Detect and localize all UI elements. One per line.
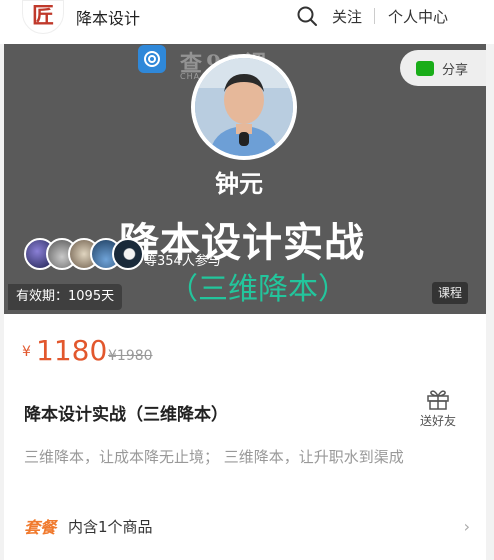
speaker-avatar	[191, 54, 297, 160]
currency-symbol: ¥	[22, 344, 31, 360]
share-button[interactable]: 分享	[400, 50, 486, 86]
package-text: 内含1个商品	[68, 517, 153, 536]
wechat-icon	[416, 60, 434, 76]
product-description: 三维降本，让成本降无止境； 三维降本，让升职水到渠成	[24, 448, 404, 466]
participant-avatars	[24, 238, 144, 270]
profile-link[interactable]: 个人中心	[388, 6, 448, 27]
site-name[interactable]: 降本设计	[76, 5, 140, 29]
participant-avatar	[112, 238, 144, 270]
chevron-right-icon: ›	[463, 516, 470, 536]
watermark-logo-icon	[138, 45, 166, 73]
send-to-friend-button[interactable]: 送好友	[416, 388, 460, 429]
gift-icon	[427, 390, 449, 410]
product-title: 降本设计实战（三维降本）	[24, 405, 228, 425]
share-label: 分享	[442, 62, 469, 78]
banner-course-subtitle: （三维降本）	[168, 272, 348, 307]
package-badge: 套餐	[24, 518, 57, 537]
site-logo[interactable]: 匠	[22, 0, 64, 34]
content-type-tag: 课程	[432, 282, 469, 304]
gift-label: 送好友	[419, 414, 456, 428]
validity-badge: 有效期：1095天	[8, 284, 123, 310]
search-icon[interactable]	[296, 5, 318, 27]
follow-button[interactable]: 关注	[332, 6, 362, 27]
header-divider	[374, 8, 375, 24]
current-price: ¥ 1180	[22, 334, 107, 367]
speaker-name: 钟元	[215, 170, 263, 198]
price-value: 1180	[36, 334, 108, 367]
course-banner: 查98课 CHA.98KE.COM 分享 钟元 降本设计实战 （三维降本） 等3…	[4, 44, 486, 314]
participants-count: 等354人参与	[144, 254, 221, 269]
top-header: 匠 降本设计 关注 个人中心	[0, 0, 494, 44]
package-row[interactable]: 套餐 内含1个商品 ›	[24, 512, 470, 540]
logo-icon: 匠	[31, 4, 54, 29]
original-price: ¥1980	[108, 348, 153, 364]
product-info: ¥ 1180 ¥1980 降本设计实战（三维降本） 送好友 三维降本，让成本降无…	[4, 314, 486, 560]
